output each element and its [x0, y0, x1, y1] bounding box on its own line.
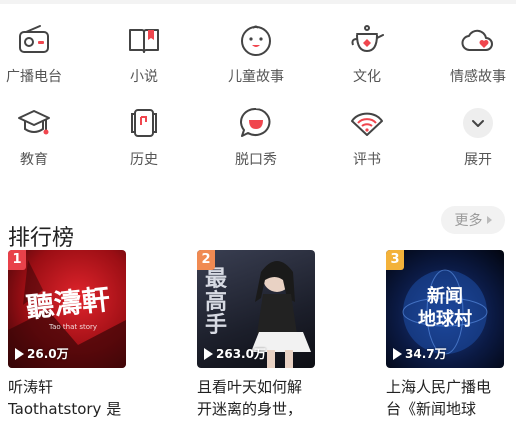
category-row-1: 广播电台 小说 儿童故事 文化 情感故事 — [0, 18, 516, 101]
album-cover[interactable]: 最 高 手 2 263.0万 — [197, 250, 315, 368]
expand-categories-button[interactable]: 展开 — [428, 101, 516, 171]
rank-badge: 1 — [8, 250, 26, 270]
chevron-down-icon — [460, 105, 496, 141]
rank-badge: 3 — [386, 250, 404, 270]
play-count-value: 263.0万 — [216, 347, 266, 361]
category-label: 广播电台 — [6, 69, 62, 85]
baby-face-icon — [238, 22, 274, 58]
play-count: 263.0万 — [204, 345, 266, 362]
category-grid: 广播电台 小说 儿童故事 文化 情感故事 教育 历史 脱口秀 评书 展开 — [0, 18, 516, 184]
cover-title: 新闻 地球村 — [418, 286, 472, 330]
card-title[interactable]: 听涛轩 Taothatstory 是 — [8, 376, 128, 420]
category-row-2: 教育 历史 脱口秀 评书 展开 — [0, 101, 516, 184]
cover-subtitle: Tao that story — [48, 323, 98, 331]
ranking-title: 排行榜 — [8, 226, 75, 252]
category-culture[interactable]: 文化 — [317, 18, 417, 88]
speech-bubble-icon — [238, 105, 274, 141]
play-count-value: 34.7万 — [405, 347, 447, 361]
more-label: 更多 — [454, 213, 483, 229]
category-label: 小说 — [130, 69, 158, 85]
more-button[interactable]: 更多 — [441, 206, 505, 234]
play-icon — [204, 347, 213, 360]
rank-badge: 2 — [197, 250, 215, 270]
category-history[interactable]: 历史 — [94, 101, 194, 171]
category-label: 教育 — [20, 152, 48, 168]
graduation-cap-icon — [16, 105, 52, 141]
card-title[interactable]: 且看叶天如何解 开迷离的身世， — [197, 376, 317, 420]
category-label: 情感故事 — [450, 69, 506, 85]
category-radio[interactable]: 广播电台 — [0, 18, 84, 88]
ranking-card-2[interactable]: 最 高 手 2 263.0万 且看叶天如何解 开迷离的身世， — [197, 250, 315, 420]
category-emotion-story[interactable]: 情感故事 — [428, 18, 516, 88]
category-education[interactable]: 教育 — [0, 101, 84, 171]
category-storytelling[interactable]: 评书 — [317, 101, 417, 171]
ranking-card-3[interactable]: 新闻 地球村 3 34.7万 上海人民广播电 台《新闻地球 — [386, 250, 504, 420]
cover-title: 最 高 手 — [204, 267, 227, 339]
play-icon — [15, 347, 24, 360]
category-label: 评书 — [353, 152, 381, 168]
category-label: 儿童故事 — [228, 69, 284, 85]
category-label: 脱口秀 — [235, 152, 277, 168]
folding-fan-icon — [349, 105, 385, 141]
book-icon — [126, 22, 162, 58]
play-icon — [393, 347, 402, 360]
category-label: 历史 — [130, 152, 158, 168]
teapot-icon — [349, 22, 385, 58]
category-label: 文化 — [353, 69, 381, 85]
play-count-value: 26.0万 — [27, 347, 69, 361]
play-count: 26.0万 — [15, 345, 69, 362]
ranking-card-1[interactable]: 聽濤軒 Tao that story 1 26.0万 听涛轩 Taothatst… — [8, 250, 126, 420]
chevron-right-icon — [486, 216, 492, 224]
album-cover[interactable]: 聽濤軒 Tao that story 1 26.0万 — [8, 250, 126, 368]
heart-cloud-icon — [460, 22, 496, 58]
album-cover[interactable]: 新闻 地球村 3 34.7万 — [386, 250, 504, 368]
category-kids-story[interactable]: 儿童故事 — [206, 18, 306, 88]
play-count: 34.7万 — [393, 345, 447, 362]
scroll-icon — [126, 105, 162, 141]
radio-icon — [16, 22, 52, 58]
card-title[interactable]: 上海人民广播电 台《新闻地球 — [386, 376, 506, 420]
top-divider — [0, 0, 516, 4]
category-novel[interactable]: 小说 — [94, 18, 194, 88]
category-label: 展开 — [464, 152, 492, 168]
category-talk-show[interactable]: 脱口秀 — [206, 101, 306, 171]
